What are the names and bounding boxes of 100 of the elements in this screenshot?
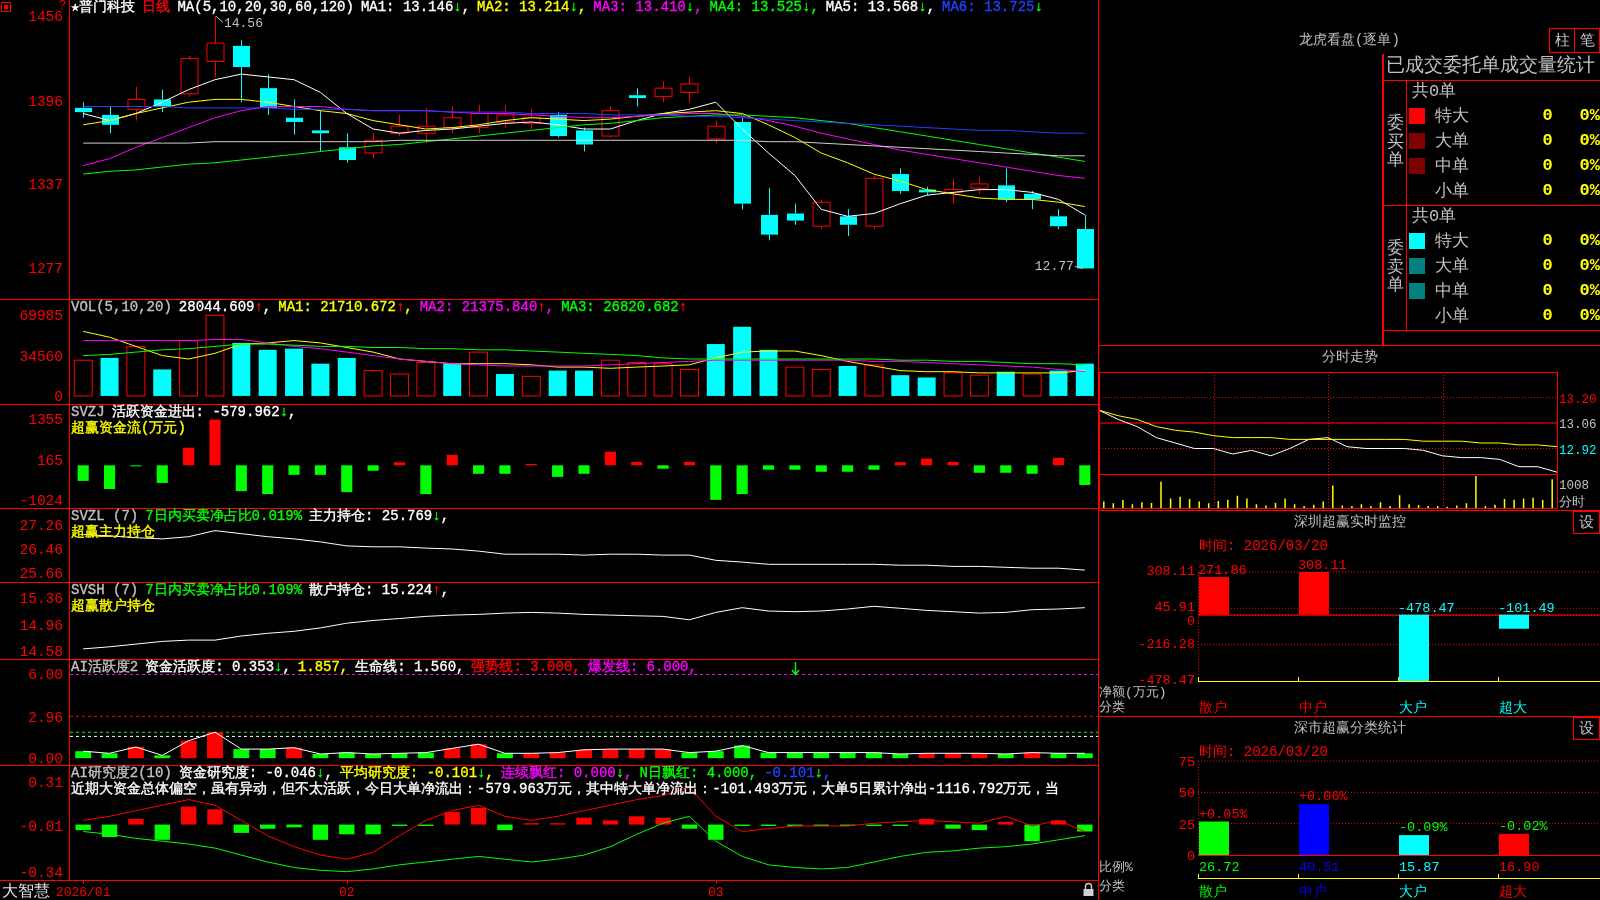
separator-text: , [485,765,494,781]
indicator-bar [710,465,722,500]
chart-bar [1299,804,1329,855]
change-label: +0.06% [1299,789,1348,805]
volume-bar [653,363,673,397]
indicator-bar [947,461,959,466]
panel-title: 深圳超赢实时监控 [1293,513,1406,532]
indicator-bar [367,465,379,471]
value-label: 15.87 [1399,860,1440,875]
volume-bar [258,349,277,396]
order-count: 0 [1541,181,1554,200]
axis-label: 6.00 [28,667,63,684]
legend-text: AI研究度2(10) [71,765,172,781]
separator-text: , [456,659,465,675]
indicator-bar [156,465,168,483]
candle [443,105,462,134]
candle [312,110,329,153]
volume-bar [73,359,93,397]
volume-bar [943,372,963,397]
indicator-bar [128,819,144,825]
order-share: 0% [1578,256,1600,275]
volume-bar [759,349,778,396]
indicator-bar [918,753,935,759]
indicator-bar [683,461,695,466]
indicator-bar [130,465,142,467]
date-axis-label: 2026/01 [55,885,111,900]
indicator-bar [288,465,300,475]
view-mode-button[interactable]: 柱 [1549,28,1575,53]
separator-text: , [577,0,587,15]
settings-button[interactable]: 设 [1573,717,1600,740]
candle [865,175,884,230]
legend-text: -0.101 [764,765,815,781]
indicator-bar [604,451,616,466]
indicator-bar [391,753,408,759]
indicator-bar [286,747,302,759]
change-label: -0.02% [1499,818,1548,834]
volume-bar [785,366,805,397]
volume-bar [232,342,251,396]
trend-arrow: ↓ [1034,0,1043,15]
axis-label: 14.96 [19,618,63,635]
indicator-bar [997,754,1014,759]
volume-bar [285,348,304,396]
indicator-bar [868,465,880,470]
indicator-bar [154,824,170,840]
lock-icon[interactable] [1083,882,1094,896]
corner-mark[interactable]: ? [59,0,67,12]
volume-bar [1022,373,1042,397]
indicator-bar [235,465,247,492]
price-axis-label: 13.06 [1559,418,1597,432]
indicator-bar [971,753,988,759]
indicator-bar [180,806,197,825]
indicator-bar [183,447,195,466]
volume-bar [917,377,936,396]
view-mode-button[interactable]: 笔 [1574,28,1600,53]
candle [496,104,515,129]
chart-bar [1399,835,1429,855]
legend-text: MA3: 26820.682 [561,299,679,315]
legend-text: MA1: 21710.672 [278,299,396,315]
trend-arrow: ↓ [432,508,441,524]
group-label: 委卖单 [1386,239,1404,297]
indicator-bar [628,749,645,759]
indicator-bar [736,465,748,495]
axis-label: -0.01 [19,818,63,835]
settings-button[interactable]: 设 [1573,511,1600,534]
axis-label: 27.26 [19,517,63,534]
trend-arrow: ↓ [918,0,927,15]
indicator-bar [707,751,724,759]
legend-text: SVZL (7) [71,508,139,524]
axis-label: 25 [1178,817,1195,833]
trend-arrow: ↓ [814,765,823,781]
legend-text: MA2: 13.214 [477,0,570,15]
order-count: 0 [1541,156,1554,175]
axis-label: 1337 [28,176,63,193]
value-label: 26.72 [1199,860,1240,875]
legend-text: 资金活跃度: 0.353 [145,659,275,675]
volume-bar [575,370,593,396]
value-label: 16.90 [1499,860,1540,875]
volume-bar [548,370,567,396]
group-total: 共0单 [1411,206,1458,228]
axis-label: 0.00 [28,751,63,765]
legend-text: 爆发线: 6.000 [587,659,689,675]
volume-bar [153,369,172,396]
axis-label: -216.28 [1138,636,1195,652]
trend-arrow: ↓ [615,765,625,781]
volume-max-label: 1008 [1559,479,1589,493]
indicator-bar [760,824,777,826]
legend-text: MA6: 13.725 [942,0,1035,15]
legend-text: 主力持仓: 25.769 [309,508,433,524]
indicator-bar [1024,752,1041,759]
value-label: -478.47 [1398,600,1455,616]
order-count: 0 [1541,306,1554,325]
annotation: 14.56 [223,16,263,32]
trend-arrow: ↓ [477,765,486,781]
indicator-bar [75,824,91,831]
volume-bar [706,344,725,396]
indicator-bar [286,824,302,828]
separator-text: , [440,582,450,598]
value-label: 271.86 [1198,563,1247,578]
category-label: 大户 [1399,700,1427,716]
category-label: 散户 [1199,700,1227,716]
